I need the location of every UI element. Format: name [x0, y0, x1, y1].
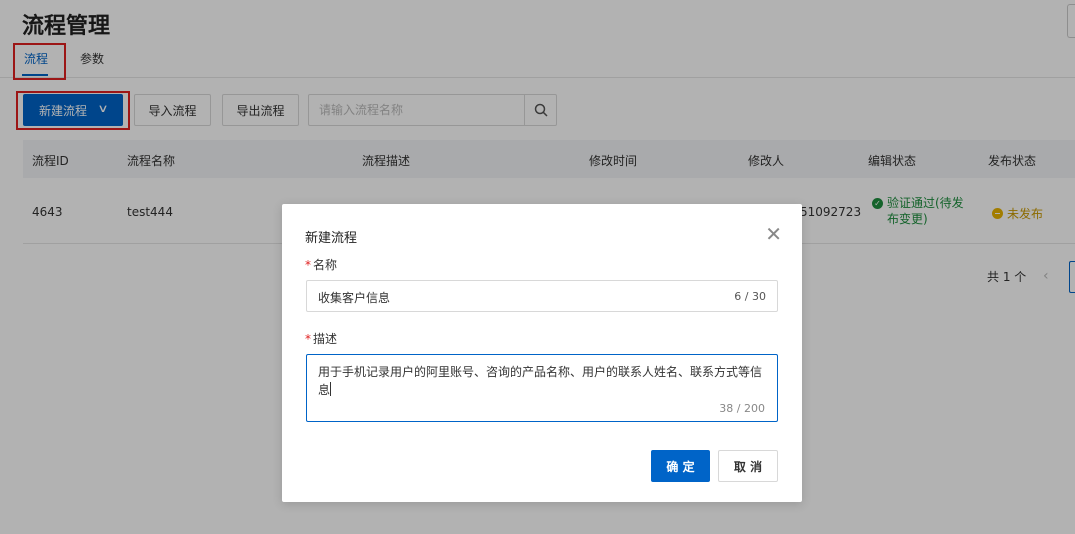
name-char-count: 6 / 30 — [734, 290, 766, 303]
dialog-title: 新建流程 — [305, 231, 358, 246]
confirm-button[interactable]: 确 定 — [651, 450, 710, 482]
desc-label: * 描述 — [305, 330, 337, 347]
description-value: 用于手机记录用户的阿里账号、咨询的产品名称、用户的联系人姓名、联系方式等信息 — [318, 363, 773, 399]
required-mark: * — [305, 258, 311, 272]
new-flow-dialog: 新建流程 ✕ * 名称 收集客户信息 6 / 30 * 描述 用于手机记录用户的阿里… — [282, 204, 802, 502]
name-value: 收集客户信息 — [318, 291, 391, 305]
cancel-button[interactable]: 取 消 — [718, 450, 778, 482]
text-caret — [330, 382, 332, 396]
desc-char-count: 38 / 200 — [719, 402, 765, 415]
name-field[interactable]: 收集客户信息 6 / 30 — [306, 280, 778, 312]
description-field[interactable]: 用于手机记录用户的阿里账号、咨询的产品名称、用户的联系人姓名、联系方式等信息 3… — [306, 354, 778, 422]
required-mark: * — [305, 332, 311, 346]
close-icon[interactable]: ✕ — [765, 222, 782, 246]
desc-label-text: 描述 — [313, 332, 338, 346]
name-label-text: 名称 — [313, 258, 338, 272]
name-label: * 名称 — [305, 256, 337, 273]
description-text: 用于手机记录用户的阿里账号、咨询的产品名称、用户的联系人姓名、联系方式等信息 — [318, 365, 763, 397]
